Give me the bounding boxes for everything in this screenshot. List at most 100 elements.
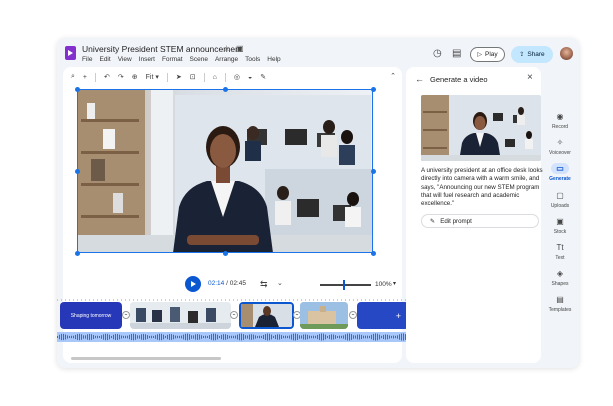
uploads-icon: ▢ bbox=[556, 191, 564, 200]
resize-handle[interactable] bbox=[370, 86, 376, 92]
transition-icon[interactable]: ⌁ bbox=[122, 311, 130, 319]
add-icon: + bbox=[395, 310, 401, 321]
rail-item-record[interactable]: ◉ Record bbox=[543, 111, 577, 130]
timeline[interactable]: Shaping tomorrow ⌁ ⌁ ⌁ ⌁ + bbox=[57, 294, 409, 342]
preview-thumbnail bbox=[421, 95, 541, 161]
share-button-label: Share bbox=[527, 51, 545, 58]
vids-logo-icon bbox=[65, 46, 76, 60]
zoom-icon[interactable]: ⊕ bbox=[132, 73, 138, 81]
avatar[interactable] bbox=[560, 47, 573, 60]
share-button[interactable]: ⇪ Share bbox=[511, 46, 553, 63]
rail-label-uploads: Uploads bbox=[550, 203, 570, 209]
rail-item-text[interactable]: Tt Text bbox=[543, 242, 577, 261]
rail-item-templates[interactable]: ▤ Templates bbox=[543, 294, 577, 313]
zoom-select[interactable]: Fit ▾ bbox=[146, 73, 159, 81]
history-icon[interactable]: ◷ bbox=[433, 48, 442, 59]
timeline-zoom-percent: 100% bbox=[375, 281, 392, 288]
play-button-label: Play bbox=[484, 51, 498, 58]
timeline-zoom-slider[interactable] bbox=[320, 280, 371, 290]
color-icon[interactable]: ◎ bbox=[234, 73, 240, 81]
clip-thumbnail bbox=[300, 302, 348, 329]
rail-item-shapes[interactable]: ◈ Shapes bbox=[543, 268, 577, 287]
selection-border bbox=[77, 89, 373, 253]
voiceover-icon: ✧ bbox=[556, 138, 564, 147]
generated-video-preview[interactable] bbox=[421, 95, 541, 161]
resize-handle[interactable] bbox=[74, 168, 80, 174]
transition-settings-icon[interactable]: ⇆ bbox=[260, 279, 268, 290]
menu-file[interactable]: File bbox=[82, 56, 92, 63]
resize-handle[interactable] bbox=[370, 168, 376, 174]
resize-handle[interactable] bbox=[222, 250, 228, 256]
comment-icon[interactable]: ▤ bbox=[452, 48, 461, 59]
resize-handle[interactable] bbox=[74, 86, 80, 92]
resize-handle[interactable] bbox=[74, 250, 80, 256]
back-arrow-icon[interactable]: ← bbox=[415, 74, 424, 84]
resize-handle[interactable] bbox=[222, 86, 228, 92]
rail-item-stock[interactable]: ▣ Stock bbox=[543, 216, 577, 235]
rail-label-generate: Generate bbox=[549, 176, 571, 182]
cursor-icon[interactable]: ➤ bbox=[176, 73, 182, 81]
timeline-scrollbar[interactable] bbox=[71, 357, 221, 360]
rail-label-text: Text bbox=[555, 255, 565, 261]
menu-scene[interactable]: Scene bbox=[190, 56, 208, 63]
playback-time: 02:14 / 02:45 bbox=[208, 280, 246, 287]
transition-icon[interactable]: ⌁ bbox=[349, 311, 357, 319]
play-button[interactable]: ▷ Play bbox=[470, 47, 505, 62]
clip-thumbnail bbox=[130, 302, 231, 329]
menu-format[interactable]: Format bbox=[162, 56, 183, 63]
search-icon[interactable]: ⌕ bbox=[71, 73, 75, 81]
transition-icon[interactable]: ⌁ bbox=[230, 311, 238, 319]
rail-item-uploads[interactable]: ▢ Uploads bbox=[543, 190, 577, 209]
timeline-clip-title[interactable]: Shaping tomorrow bbox=[60, 302, 122, 329]
rail-label-stock: Stock bbox=[553, 229, 567, 235]
rail-item-voiceover[interactable]: ✧ Voiceover bbox=[543, 137, 577, 156]
rail-label-shapes: Shapes bbox=[551, 281, 569, 287]
video-canvas[interactable] bbox=[74, 86, 376, 256]
menu-insert[interactable]: Insert bbox=[139, 56, 155, 63]
menu-edit[interactable]: Edit bbox=[99, 56, 110, 63]
toolbar-divider bbox=[224, 72, 226, 82]
add-icon[interactable]: + bbox=[83, 74, 87, 81]
toolbar-divider bbox=[95, 72, 97, 82]
playback-bar: 02:14 / 02:45 ⇆ ⌄ 100% ▾ bbox=[63, 276, 402, 292]
stock-icon: ▣ bbox=[556, 217, 564, 226]
menu-tools[interactable]: Tools bbox=[245, 56, 260, 63]
play-icon: ▷ bbox=[477, 52, 482, 58]
audio-waveform[interactable] bbox=[57, 332, 409, 342]
record-icon: ◉ bbox=[556, 112, 564, 121]
timeline-clip-president[interactable] bbox=[239, 302, 294, 329]
pencil-icon: ✎ bbox=[430, 217, 436, 225]
total-time: 02:45 bbox=[229, 280, 246, 287]
brush-icon[interactable]: ✎ bbox=[260, 73, 266, 81]
timeline-clip-campus[interactable] bbox=[300, 302, 348, 329]
collapse-icon[interactable]: ⌃ bbox=[390, 72, 396, 80]
star-icon[interactable]: ☆ bbox=[223, 44, 230, 53]
folder-move-icon[interactable]: ▣ bbox=[236, 44, 244, 53]
edit-prompt-button[interactable]: ✎ Edit prompt bbox=[421, 214, 539, 228]
timeline-clip-lab[interactable] bbox=[130, 302, 231, 329]
generate-icon: ▭ bbox=[551, 163, 569, 174]
app-window: University President STEM announcement ☆… bbox=[57, 38, 579, 368]
text-icon: Tt bbox=[556, 243, 564, 252]
toolbar: ⌕ + ↶ ↷ ⊕ Fit ▾ ➤ ⊡ ⌂ ◎ ◒ ✎ bbox=[67, 70, 398, 84]
paint-format-icon[interactable]: ⌂ bbox=[213, 74, 217, 81]
generate-panel: ← Generate a video × A university presid… bbox=[406, 67, 543, 363]
fill-icon[interactable]: ◒ bbox=[248, 74, 252, 81]
resize-handle[interactable] bbox=[370, 250, 376, 256]
textbox-icon[interactable]: ⊡ bbox=[190, 73, 196, 81]
redo-icon[interactable]: ↷ bbox=[118, 73, 124, 81]
prompt-description: A university president at an office desk… bbox=[421, 167, 543, 207]
menu-bar: File Edit View Insert Format Scene Arran… bbox=[82, 56, 281, 63]
add-scene-button[interactable]: + bbox=[357, 302, 409, 329]
close-icon[interactable]: × bbox=[527, 72, 533, 83]
menu-arrange[interactable]: Arrange bbox=[215, 56, 238, 63]
playback-play-button[interactable] bbox=[185, 276, 201, 292]
menu-help[interactable]: Help bbox=[267, 56, 280, 63]
zoom-dropdown-icon[interactable]: ▾ bbox=[393, 280, 396, 287]
undo-icon[interactable]: ↶ bbox=[104, 73, 110, 81]
rail-item-generate[interactable]: ▭ Generate bbox=[543, 163, 577, 182]
menu-view[interactable]: View bbox=[118, 56, 132, 63]
timeline-zoom-thumb[interactable] bbox=[342, 280, 345, 290]
chevron-down-icon[interactable]: ⌄ bbox=[277, 279, 283, 287]
document-title[interactable]: University President STEM announcement bbox=[82, 44, 242, 54]
